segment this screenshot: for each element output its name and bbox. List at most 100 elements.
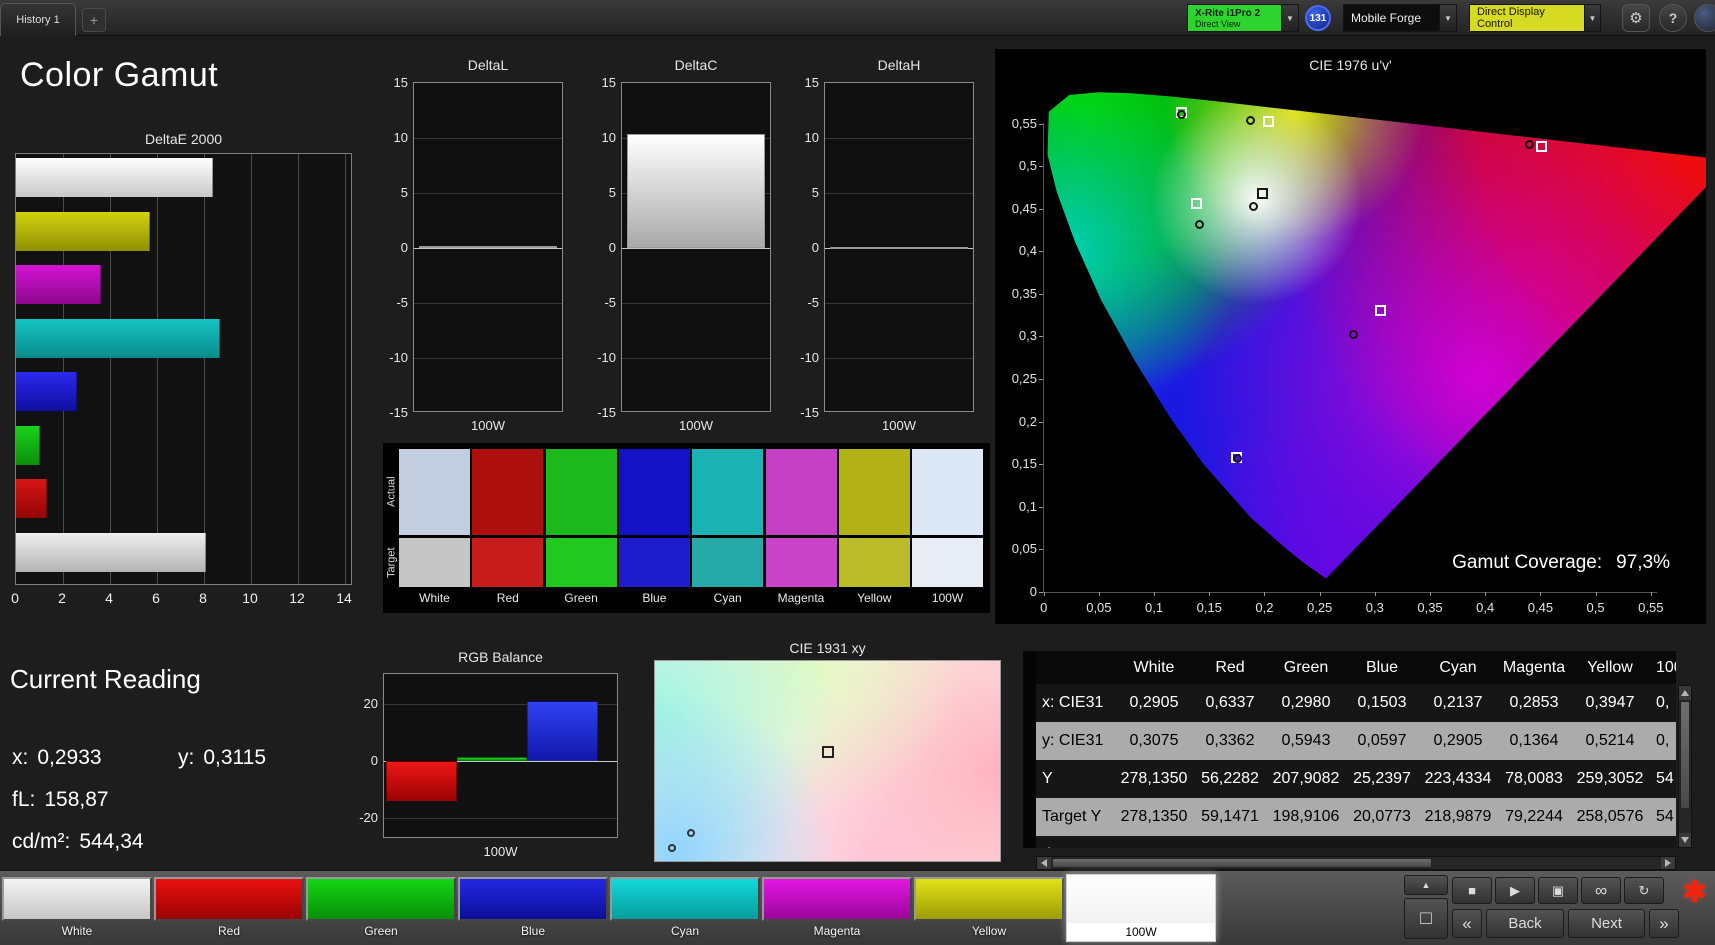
swatch-columns: White Red Green Blue Cyan Magenta Yellow 100W bbox=[383, 443, 990, 613]
gear-icon[interactable]: ⚙ bbox=[1622, 4, 1650, 32]
patch-swatch bbox=[914, 877, 1064, 921]
display-control-dropdown[interactable]: Direct Display Control ▼ bbox=[1469, 4, 1601, 32]
table-row[interactable]: x: CIE31 0,2905 0,6337 0,2980 0,1503 0,2137 0,… bbox=[1023, 684, 1676, 722]
deltaL-x-label: 100W bbox=[471, 418, 505, 433]
table-cell: 1,5142 bbox=[1192, 836, 1268, 848]
measured-red bbox=[1524, 140, 1534, 150]
measured-green bbox=[1177, 109, 1187, 119]
first-page-button[interactable]: « bbox=[1452, 909, 1482, 938]
continuous-button[interactable]: ∞ bbox=[1581, 877, 1621, 904]
history-tab[interactable]: History 1 bbox=[0, 3, 76, 36]
deltaE-x-tick-label: 0 bbox=[11, 590, 19, 606]
reading-fl-label: fL: bbox=[12, 788, 36, 811]
edge-partial-icon[interactable] bbox=[1694, 4, 1715, 32]
refresh-button[interactable]: ↻ bbox=[1624, 877, 1664, 904]
patch-swatch bbox=[2, 877, 152, 921]
tray-up-button[interactable]: ▲ bbox=[1404, 875, 1448, 895]
x-tick bbox=[1540, 592, 1542, 596]
calibration-alert-icon[interactable]: ✱ bbox=[1682, 875, 1707, 910]
table-horizontal-scrollbar[interactable] bbox=[1036, 856, 1676, 870]
patch-button-cyan[interactable]: Cyan bbox=[610, 877, 760, 939]
meter-name: X-Rite i1Pro 2 bbox=[1195, 7, 1261, 19]
scroll-right-button[interactable] bbox=[1661, 857, 1675, 869]
gridline bbox=[825, 138, 973, 139]
column-header-yellow: Yellow bbox=[1587, 659, 1633, 676]
deltaE-x-tick-label: 8 bbox=[199, 590, 207, 606]
table-cell: 25,2397 bbox=[1353, 770, 1411, 787]
new-tab-button[interactable]: + bbox=[82, 8, 106, 32]
measure-button[interactable]: ▣ bbox=[1538, 877, 1578, 904]
cie-1931-title: CIE 1931 xy bbox=[789, 640, 866, 656]
y-tick-label: 10 bbox=[601, 130, 616, 145]
column-header-white: White bbox=[1133, 659, 1175, 676]
target-swatch-blue bbox=[618, 538, 690, 587]
y-tick-label: 0 bbox=[1029, 583, 1037, 599]
patch-button-green[interactable]: Green bbox=[306, 877, 456, 939]
table-row[interactable]: dE 20000,34891,51421,03062,67340,91723,7… bbox=[1023, 836, 1676, 848]
meter-count-badge[interactable]: 131 bbox=[1305, 5, 1331, 31]
y-tick bbox=[1039, 379, 1043, 381]
vscroll-thumb[interactable] bbox=[1680, 701, 1690, 809]
patch-button-yellow[interactable]: Yellow bbox=[914, 877, 1064, 939]
back-button[interactable]: Back bbox=[1486, 909, 1564, 938]
table-cell: 0,2853 bbox=[1509, 694, 1559, 711]
play-button[interactable]: ▶ bbox=[1495, 877, 1535, 904]
patch-button-blue[interactable]: Blue bbox=[458, 877, 608, 939]
x-tick bbox=[1154, 592, 1156, 596]
point-marker bbox=[668, 844, 677, 852]
y-tick-label: 0 bbox=[400, 240, 408, 255]
y-tick-label: -10 bbox=[389, 350, 408, 365]
reading-y: y: 0,3115 bbox=[178, 746, 266, 770]
y-tick-label: 0,35 bbox=[1011, 285, 1037, 301]
workflow-dropdown[interactable]: Mobile Forge ▼ bbox=[1343, 4, 1457, 32]
arrow-right-icon bbox=[1665, 859, 1671, 867]
deltaH-title: DeltaH bbox=[877, 57, 921, 73]
scroll-down-button[interactable] bbox=[1679, 833, 1691, 847]
rgb-bar-red bbox=[386, 761, 457, 801]
stop-button[interactable]: ■ bbox=[1452, 877, 1492, 904]
patch-label: Cyan bbox=[670, 924, 699, 938]
gridline bbox=[622, 303, 770, 304]
reading-y-value: 0,3115 bbox=[203, 746, 267, 769]
layout-button[interactable]: □ bbox=[1404, 898, 1448, 939]
table-vertical-scrollbar[interactable] bbox=[1678, 685, 1692, 848]
x-tick bbox=[1430, 592, 1432, 596]
deltaE-bar-green bbox=[16, 425, 40, 465]
table-row[interactable]: Target Y 278,1350 59,1471 198,9106 20,0773 21… bbox=[1023, 798, 1676, 836]
x-tick-label: 0,15 bbox=[1196, 600, 1222, 615]
next-button[interactable]: Next bbox=[1568, 909, 1645, 938]
target-cyan bbox=[1190, 198, 1202, 210]
meter-dropdown[interactable]: X-Rite i1Pro 2 Direct View ▼ bbox=[1187, 4, 1299, 32]
x-tick-label: 0,4 bbox=[1476, 600, 1495, 615]
table-row[interactable]: Y 278,1350 56,2282 207,9082 25,2397 223,4334 7… bbox=[1023, 760, 1676, 798]
deltaE-gridline bbox=[251, 154, 252, 584]
deltaL-title: DeltaL bbox=[467, 57, 509, 73]
hscroll-thumb[interactable] bbox=[1052, 858, 1432, 868]
actual-swatch-green bbox=[545, 449, 617, 535]
scroll-left-button[interactable] bbox=[1037, 857, 1051, 869]
patch-button-magenta[interactable]: Magenta bbox=[762, 877, 912, 939]
y-tick-label: -5 bbox=[396, 295, 408, 310]
table-index-strip bbox=[1023, 722, 1036, 760]
cie-1976-panel: CIE 1976 u'v' 0 0,05 0,1 0,15 0,2 0,25 0,3 0,35… bbox=[995, 49, 1706, 624]
patch-button-100w[interactable]: 100W bbox=[1066, 874, 1216, 942]
patch-button-red[interactable]: Red bbox=[154, 877, 304, 939]
patch-swatch bbox=[458, 877, 608, 921]
last-page-button[interactable]: » bbox=[1649, 909, 1679, 938]
column-header-green: Green bbox=[1283, 659, 1329, 676]
y-tick-label: 0,4 bbox=[1018, 243, 1037, 259]
reading-marker bbox=[821, 746, 834, 758]
delta-bar bbox=[419, 246, 557, 248]
y-tick-label: 0,45 bbox=[1011, 200, 1037, 216]
x-tick bbox=[1595, 592, 1597, 596]
deltaE-bar-blue bbox=[16, 372, 78, 411]
patch-swatch bbox=[610, 877, 760, 921]
arrow-up-icon bbox=[1681, 690, 1689, 696]
patch-button-white[interactable]: White bbox=[2, 877, 152, 939]
help-icon[interactable]: ? bbox=[1659, 4, 1687, 32]
table-cell: 0,2905 bbox=[1433, 732, 1483, 749]
table-row[interactable]: y: CIE31 0,3075 0,3362 0,5943 0,0597 0,2905 0,… bbox=[1023, 722, 1676, 760]
table-cell: 0, bbox=[1656, 732, 1670, 749]
target-magenta bbox=[1374, 305, 1386, 317]
scroll-up-button[interactable] bbox=[1679, 686, 1691, 700]
